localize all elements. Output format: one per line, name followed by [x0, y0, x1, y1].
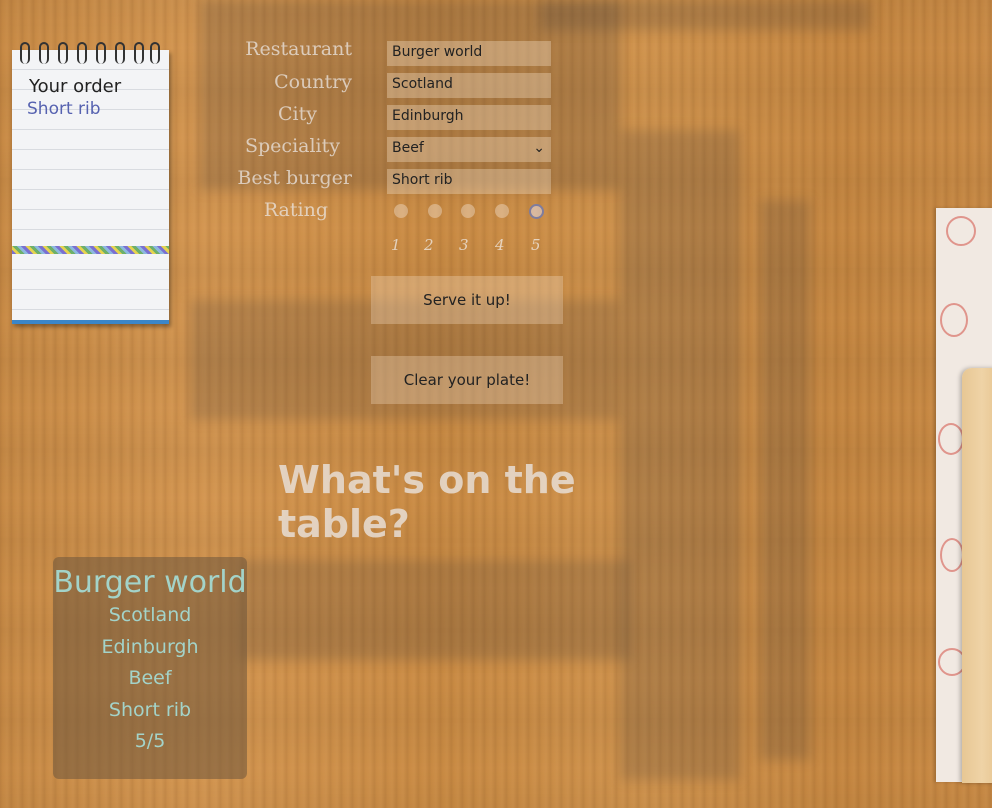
wood-texture — [540, 0, 870, 30]
clear-button[interactable]: Clear your plate! — [371, 356, 563, 404]
notepad-title: Your order — [29, 76, 122, 97]
page-headline: What's on the table? — [278, 458, 576, 546]
chevron-down-icon: ⌄ — [533, 140, 545, 156]
tomato-doodle-icon — [946, 216, 976, 246]
rating-number: 4 — [495, 236, 505, 254]
summary-speciality: Beef — [128, 667, 172, 689]
rating-radio-1[interactable] — [394, 204, 408, 218]
spiral-ring-icon — [134, 42, 144, 64]
serve-button[interactable]: Serve it up! — [371, 276, 563, 324]
rating-number: 5 — [531, 236, 541, 254]
wood-texture — [620, 130, 740, 780]
spiral-ring-icon — [77, 42, 87, 64]
onion-doodle-icon — [940, 303, 968, 337]
rating-number: 3 — [459, 236, 469, 254]
order-notepad: Your order Short rib — [12, 42, 169, 324]
country-label: Country — [274, 71, 352, 93]
notepad-order-item: Short rib — [27, 99, 101, 119]
city-label: City — [278, 103, 317, 125]
rating-number: 1 — [391, 236, 401, 254]
speciality-label: Speciality — [245, 135, 340, 157]
summary-card: Burger world Scotland Edinburgh Beef Sho… — [53, 557, 247, 779]
notepad-string — [12, 246, 169, 254]
spiral-ring-icon — [115, 42, 125, 64]
summary-best-burger: Short rib — [108, 698, 192, 721]
spiral-ring-icon — [96, 42, 106, 64]
rating-radio-5[interactable] — [529, 204, 544, 219]
cutting-board — [962, 368, 992, 783]
spiral-ring-icon — [58, 42, 68, 64]
rating-number: 2 — [424, 236, 434, 254]
best-burger-input[interactable]: Short rib — [387, 169, 551, 194]
tomato-doodle-icon — [940, 538, 964, 572]
rating-radio-4[interactable] — [495, 204, 509, 218]
spiral-ring-icon — [20, 42, 30, 64]
summary-country: Scotland — [108, 604, 192, 626]
spiral-ring-icon — [150, 42, 160, 64]
rating-radio-3[interactable] — [461, 204, 475, 218]
summary-rating: 5/5 — [134, 730, 166, 752]
best-burger-label: Best burger — [237, 167, 352, 189]
country-input[interactable]: Scotland — [387, 73, 551, 98]
summary-restaurant: Burger world — [53, 565, 247, 600]
restaurant-input[interactable]: Burger world — [387, 41, 551, 66]
wood-texture — [240, 560, 630, 660]
city-input[interactable]: Edinburgh — [387, 105, 551, 130]
restaurant-label: Restaurant — [245, 38, 352, 60]
speciality-select[interactable]: Beef ⌄ — [387, 137, 551, 162]
rating-radio-2[interactable] — [428, 204, 442, 218]
spiral-ring-icon — [39, 42, 49, 64]
summary-city: Edinburgh — [101, 635, 199, 658]
pepper-doodle-icon — [938, 423, 964, 455]
rating-label: Rating — [263, 199, 328, 221]
wood-texture — [760, 200, 810, 760]
speciality-selected-value: Beef — [392, 140, 424, 156]
